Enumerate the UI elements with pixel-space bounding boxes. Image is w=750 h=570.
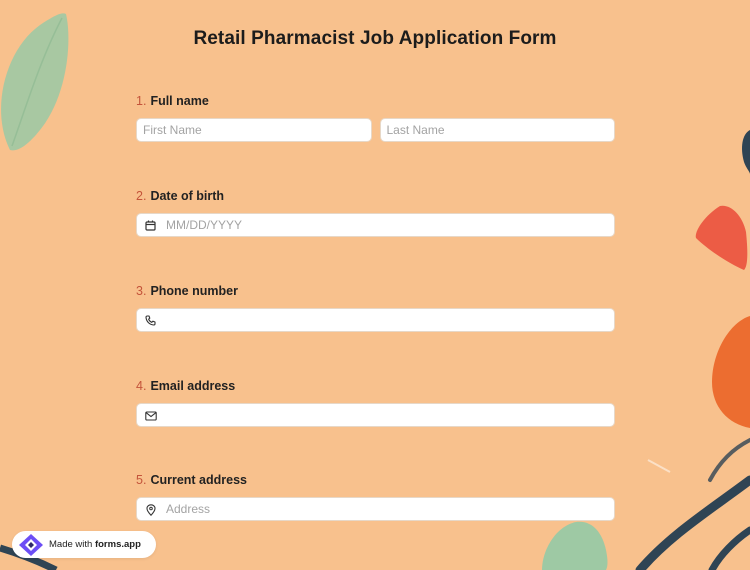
dark-shape-right-top xyxy=(742,130,750,174)
form-title: Retail Pharmacist Job Application Form xyxy=(193,28,557,49)
question-current-address: 5. Current address xyxy=(136,472,615,521)
question-text: Date of birth xyxy=(150,189,225,203)
orange-circle-decoration xyxy=(712,316,750,428)
email-address-input[interactable] xyxy=(137,404,614,426)
question-text: Phone number xyxy=(150,284,238,298)
first-name-input[interactable] xyxy=(137,119,371,141)
question-number: 3. xyxy=(136,284,147,298)
question-label: 3. Phone number xyxy=(136,283,615,299)
question-full-name: 1. Full name xyxy=(136,93,615,142)
question-email-address: 4. Email address xyxy=(136,378,615,427)
phone-number-input[interactable] xyxy=(137,309,614,331)
question-text: Current address xyxy=(150,473,247,487)
question-number: 1. xyxy=(136,94,147,108)
red-triangle-decoration xyxy=(695,205,748,270)
question-text: Email address xyxy=(150,379,236,393)
question-label: 1. Full name xyxy=(136,93,615,109)
badge-brand: forms.app xyxy=(94,539,141,550)
question-number: 4. xyxy=(136,379,147,393)
forms-app-logo xyxy=(18,533,44,557)
calendar-icon xyxy=(144,219,157,232)
last-name-input[interactable] xyxy=(380,119,614,141)
question-phone-number: 3. Phone number xyxy=(136,283,615,332)
current-address-field[interactable] xyxy=(136,497,615,521)
date-of-birth-field[interactable] xyxy=(136,213,615,237)
question-number: 2. xyxy=(136,189,147,203)
leaf-decoration-top-left xyxy=(1,13,69,151)
envelope-icon xyxy=(144,409,157,422)
question-label: 4. Email address xyxy=(136,378,615,394)
question-label: 2. Date of birth xyxy=(136,188,615,204)
question-label: 5. Current address xyxy=(136,472,615,488)
email-address-field[interactable] xyxy=(136,403,615,427)
question-number: 5. xyxy=(136,473,147,487)
last-name-field[interactable] xyxy=(379,118,615,142)
first-name-field[interactable] xyxy=(136,118,372,142)
green-leaf-bottom xyxy=(542,521,608,570)
phone-icon xyxy=(144,314,157,327)
dark-strokes-bottom-right xyxy=(635,438,750,570)
date-of-birth-input[interactable] xyxy=(137,214,614,236)
question-text: Full name xyxy=(150,94,209,108)
question-date-of-birth: 2. Date of birth xyxy=(136,188,615,237)
badge-prefix: Made with xyxy=(49,539,93,550)
made-with-forms-app-badge[interactable]: Made with forms.app xyxy=(12,531,156,558)
current-address-input[interactable] xyxy=(137,498,614,520)
map-pin-icon xyxy=(144,503,157,516)
badge-text: Made with forms.app xyxy=(49,539,141,550)
phone-number-field[interactable] xyxy=(136,308,615,332)
